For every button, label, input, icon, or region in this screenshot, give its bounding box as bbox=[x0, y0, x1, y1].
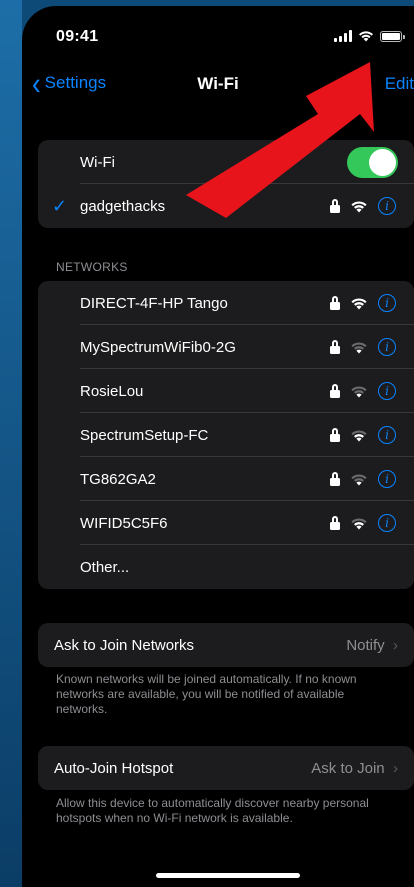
home-indicator bbox=[156, 873, 300, 878]
lock-icon bbox=[330, 296, 340, 310]
network-icons: i bbox=[330, 514, 396, 532]
wifi-icon bbox=[351, 200, 367, 212]
auto-join-hotspot-value: Ask to Join › bbox=[311, 759, 398, 777]
other-network-label: Other... bbox=[80, 558, 130, 576]
network-name: MySpectrumWiFib0-2G bbox=[80, 338, 236, 356]
background-edge bbox=[0, 0, 22, 887]
network-name: RosieLou bbox=[80, 382, 144, 400]
info-icon[interactable]: i bbox=[378, 514, 396, 532]
network-name: TG862GA2 bbox=[80, 470, 156, 488]
checkmark-icon: ✓ bbox=[52, 195, 68, 216]
ask-to-join-row[interactable]: Ask to Join Networks Notify › bbox=[38, 623, 414, 667]
wifi-group: Wi-Fi ✓ gadgethacks i bbox=[38, 140, 414, 228]
status-bar: 09:41 bbox=[56, 28, 405, 48]
network-name: WIFID5C5F6 bbox=[80, 514, 168, 532]
wifi-icon bbox=[351, 473, 367, 485]
lock-icon bbox=[330, 428, 340, 442]
ask-to-join-label: Ask to Join Networks bbox=[54, 636, 195, 654]
auto-join-hotspot-note: Allow this device to automatically disco… bbox=[56, 796, 369, 825]
edit-button[interactable]: Edit bbox=[385, 74, 414, 94]
wifi-toggle-row: Wi-Fi bbox=[38, 140, 414, 184]
network-row[interactable]: WIFID5C5F6 i bbox=[38, 501, 414, 545]
ask-to-join-note: Known networks will be joined automatica… bbox=[56, 672, 357, 716]
navigation-bar: ‹ Settings Wi-Fi Edit bbox=[22, 67, 414, 102]
networks-group: DIRECT-4F-HP Tango i MySpectrumWiFib0-2G i R… bbox=[38, 281, 414, 589]
connected-network-icons: i bbox=[330, 197, 396, 215]
network-row[interactable]: RosieLou i bbox=[38, 369, 414, 413]
wifi-icon bbox=[351, 517, 367, 529]
ask-to-join-value: Notify › bbox=[346, 636, 398, 654]
network-name: DIRECT-4F-HP Tango bbox=[80, 294, 228, 312]
connected-network-row[interactable]: ✓ gadgethacks i bbox=[38, 184, 414, 228]
network-icons: i bbox=[330, 338, 396, 356]
status-time: 09:41 bbox=[56, 28, 99, 45]
network-row[interactable]: SpectrumSetup-FC i bbox=[38, 413, 414, 457]
phone-screen: 09:41 ‹ Settings Wi-Fi Edit Wi-Fi ✓ gadg… bbox=[22, 6, 414, 887]
network-name: SpectrumSetup-FC bbox=[80, 426, 209, 444]
info-icon[interactable]: i bbox=[378, 426, 396, 444]
network-row[interactable]: DIRECT-4F-HP Tango i bbox=[38, 281, 414, 325]
wifi-toggle-label: Wi-Fi bbox=[80, 153, 115, 171]
other-network-row[interactable]: Other... bbox=[38, 545, 414, 589]
wifi-icon bbox=[351, 297, 367, 309]
auto-join-hotspot-label: Auto-Join Hotspot bbox=[54, 759, 174, 777]
network-row[interactable]: MySpectrumWiFib0-2G i bbox=[38, 325, 414, 369]
page-title: Wi-Fi bbox=[197, 74, 239, 93]
status-icons bbox=[334, 30, 405, 42]
info-icon[interactable]: i bbox=[378, 382, 396, 400]
wifi-icon bbox=[351, 385, 367, 397]
lock-icon bbox=[330, 199, 340, 213]
network-row[interactable]: TG862GA2 i bbox=[38, 457, 414, 501]
connected-network-name: gadgethacks bbox=[80, 197, 166, 215]
info-icon[interactable]: i bbox=[378, 338, 396, 356]
info-icon[interactable]: i bbox=[378, 197, 396, 215]
chevron-right-icon: › bbox=[393, 759, 398, 777]
wifi-icon bbox=[351, 429, 367, 441]
cellular-signal-icon bbox=[334, 30, 352, 42]
battery-icon bbox=[380, 30, 405, 42]
network-icons: i bbox=[330, 294, 396, 312]
network-icons: i bbox=[330, 382, 396, 400]
network-icons: i bbox=[330, 426, 396, 444]
chevron-right-icon: › bbox=[393, 636, 398, 654]
info-icon[interactable]: i bbox=[378, 294, 396, 312]
network-icons: i bbox=[330, 470, 396, 488]
lock-icon bbox=[330, 340, 340, 354]
wifi-toggle[interactable] bbox=[347, 146, 398, 178]
lock-icon bbox=[330, 472, 340, 486]
lock-icon bbox=[330, 516, 340, 530]
info-icon[interactable]: i bbox=[378, 470, 396, 488]
lock-icon bbox=[330, 384, 340, 398]
wifi-icon bbox=[351, 341, 367, 353]
wifi-status-icon bbox=[359, 31, 373, 42]
auto-join-hotspot-row[interactable]: Auto-Join Hotspot Ask to Join › bbox=[38, 746, 414, 790]
networks-header: NETWORKS bbox=[56, 260, 128, 274]
